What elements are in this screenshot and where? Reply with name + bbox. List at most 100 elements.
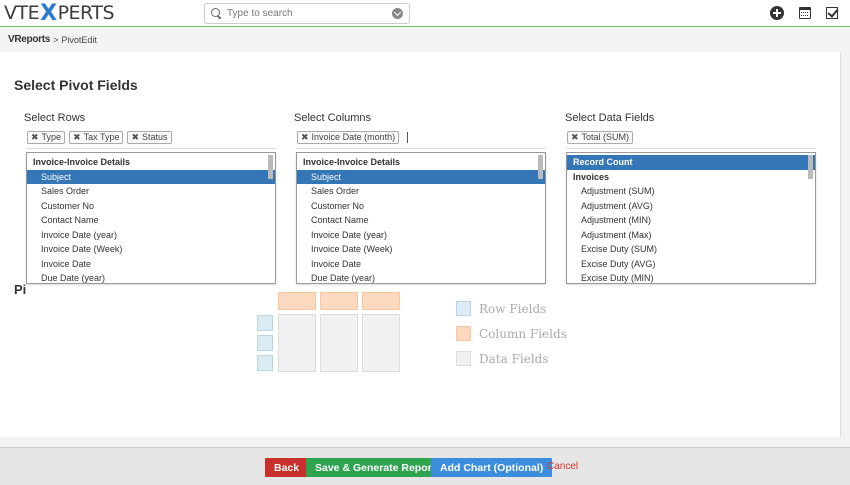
cancel-link[interactable]: Cancel [547,461,578,472]
select-columns-label: Select Columns [294,112,372,124]
tag-label: Status [142,132,168,142]
list-group-header[interactable]: Invoices [567,170,815,185]
legend-data-swatch [456,351,471,366]
list-item[interactable]: Invoice Date (Week) [27,242,275,257]
list-item[interactable]: Adjustment (SUM) [567,184,815,199]
plus-icon[interactable] [770,6,784,20]
diagram-row-box [257,315,273,331]
list-group-header[interactable]: Record Count [567,155,815,170]
pivot-panel: Select Pivot Fields Pi Select Rows ✖ Type… [0,52,841,437]
rows-list-scrollbar[interactable] [268,155,273,179]
rows-field-list[interactable]: Invoice-Invoice Details Subject Sales Orde… [26,152,276,284]
selected-field-tag[interactable]: ✖ Total (SUM) [567,131,634,144]
remove-tag-icon[interactable]: ✖ [571,133,579,142]
remove-tag-icon[interactable]: ✖ [73,133,81,142]
back-button[interactable]: Back [265,458,309,477]
logo-text-left: VTE [4,2,40,24]
list-item[interactable]: Invoice Date (year) [297,228,545,243]
top-icon-group [770,6,838,20]
tag-label: Type [41,132,62,142]
diagram-row-box [257,335,273,351]
diagram-data-box [278,314,316,372]
legend-row-swatch [456,301,471,316]
global-search[interactable] [204,3,410,24]
data-fields-list[interactable]: Record Count Invoices Adjustment (SUM) Adju… [566,152,816,284]
list-item[interactable]: Contact Name [297,213,545,228]
diagram-column-box [320,292,358,310]
remove-tag-icon[interactable]: ✖ [131,133,139,142]
list-item[interactable]: Invoice Date [297,257,545,272]
list-group-header[interactable]: Invoice-Invoice Details [297,155,545,170]
tag-label: Total (SUM) [581,132,630,142]
selected-field-tag[interactable]: ✖ Invoice Date (month) [297,131,400,144]
list-item[interactable]: Subject [27,169,275,184]
list-item[interactable]: Customer No [297,199,545,214]
legend-column-fields: Column Fields [456,326,567,341]
list-item[interactable]: Due Date (year) [27,271,275,283]
logo-text-right: PERTS [57,2,115,24]
list-item[interactable]: Sales Order [27,184,275,199]
remove-tag-icon[interactable]: ✖ [301,133,309,142]
search-dropdown-icon[interactable] [392,8,403,19]
breadcrumb-separator: > [53,34,59,45]
remove-tag-icon[interactable]: ✖ [31,133,39,142]
tag-label: Tax Type [83,132,120,142]
columns-tag-input[interactable]: ✖ Invoice Date (month) [297,130,409,145]
add-chart-button[interactable]: Add Chart (Optional) [431,458,553,477]
list-item[interactable]: Adjustment (AVG) [567,199,815,214]
breadcrumb-page: PivotEdit [61,34,97,45]
rows-tag-underline [26,148,276,149]
columns-field-list[interactable]: Invoice-Invoice Details Subject Sales Orde… [296,152,546,284]
diagram-column-box [278,292,316,310]
diagram-column-box [362,292,400,310]
list-item[interactable]: Invoice Date (year) [27,228,275,243]
save-generate-report-button[interactable]: Save & Generate Report [306,458,445,477]
legend-row-label: Row Fields [479,301,547,316]
list-item[interactable]: Excise Duty (MIN) [567,271,815,283]
diagram-data-box [362,314,400,372]
select-data-fields-label: Select Data Fields [565,112,655,124]
top-bar: VTE X PERTS [0,0,850,27]
selected-field-tag[interactable]: ✖ Tax Type [69,131,124,144]
list-item[interactable]: Customer No [27,199,275,214]
text-cursor [407,132,409,143]
legend-row-fields: Row Fields [456,301,546,316]
data-fields-tag-underline [566,148,816,149]
pivot-preview-heading: Pi [14,282,27,297]
list-item[interactable]: Invoice Date [27,257,275,272]
list-item[interactable]: Subject [297,169,545,184]
columns-list-scrollbar[interactable] [538,155,543,179]
list-item[interactable]: Sales Order [297,184,545,199]
list-item[interactable]: Excise Duty (AVG) [567,257,815,272]
breadcrumb-module[interactable]: VReports [8,34,50,45]
list-items: Invoice-Invoice Details Subject Sales Orde… [297,153,545,283]
list-item[interactable]: Invoice Date (Week) [297,242,545,257]
rows-tag-input[interactable]: ✖ Type ✖ Tax Type ✖ Status [27,130,172,145]
diagram-row-box [257,355,273,371]
legend-data-fields: Data Fields [456,351,549,366]
vtexperts-logo[interactable]: VTE X PERTS [4,0,115,26]
legend-column-label: Column Fields [479,326,567,341]
action-footer: Back Save & Generate Report Add Chart (O… [0,447,850,485]
list-items: Invoice-Invoice Details Subject Sales Orde… [27,153,275,283]
list-item[interactable]: Adjustment (MIN) [567,213,815,228]
logo-text-x: X [40,0,57,26]
selected-field-tag[interactable]: ✖ Type [27,131,66,144]
data-list-scrollbar[interactable] [808,155,813,179]
legend-data-label: Data Fields [479,351,549,366]
page-title: Select Pivot Fields [14,77,138,93]
check-icon[interactable] [826,7,838,19]
list-group-header[interactable]: Invoice-Invoice Details [27,155,275,170]
legend-column-swatch [456,326,471,341]
list-item[interactable]: Adjustment (Max) [567,228,815,243]
list-item[interactable]: Excise Duty (SUM) [567,242,815,257]
columns-tag-underline [296,148,546,149]
search-input[interactable] [227,8,392,19]
data-fields-tag-input[interactable]: ✖ Total (SUM) [567,130,634,145]
calendar-icon[interactable] [799,7,811,19]
selected-field-tag[interactable]: ✖ Status [127,131,172,144]
diagram-data-box [320,314,358,372]
list-item[interactable]: Contact Name [27,213,275,228]
search-icon [211,8,222,19]
list-item[interactable]: Due Date (year) [297,271,545,283]
